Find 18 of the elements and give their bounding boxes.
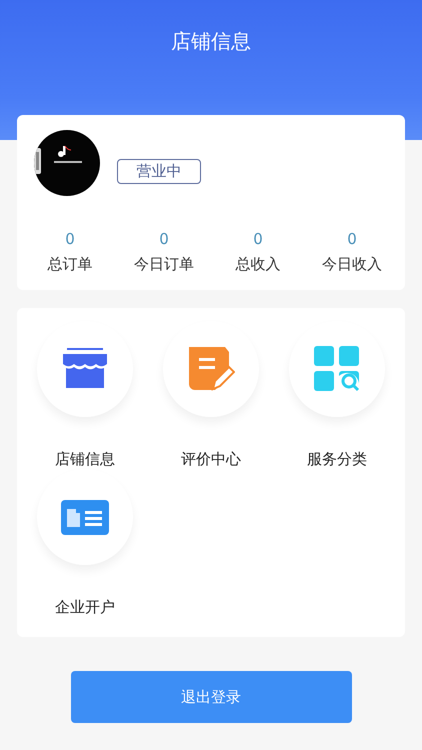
store-icon	[61, 348, 109, 390]
menu-item[interactable]: 店铺信息	[22, 308, 148, 469]
stat-label: 今日收入	[322, 254, 382, 274]
stat-label: 总订单	[48, 254, 92, 274]
menu-item[interactable]: 评价中心	[148, 308, 274, 469]
stat-label: 总收入	[236, 254, 280, 274]
note-pencil-icon	[187, 345, 235, 393]
stat-value: 0	[65, 230, 75, 248]
stat-label: 今日订单	[134, 254, 194, 274]
menu-item[interactable]: 服务分类	[274, 308, 400, 469]
stat-value: 0	[159, 230, 169, 248]
menu-item[interactable]: 企业开户	[22, 469, 148, 617]
stat-value: 0	[253, 230, 263, 248]
building-card-icon	[61, 500, 109, 534]
grid-search-icon	[313, 345, 361, 393]
status-badge: 营业中	[117, 158, 201, 184]
page-title: 店铺信息	[171, 28, 251, 55]
stat-value: 0	[347, 230, 357, 248]
